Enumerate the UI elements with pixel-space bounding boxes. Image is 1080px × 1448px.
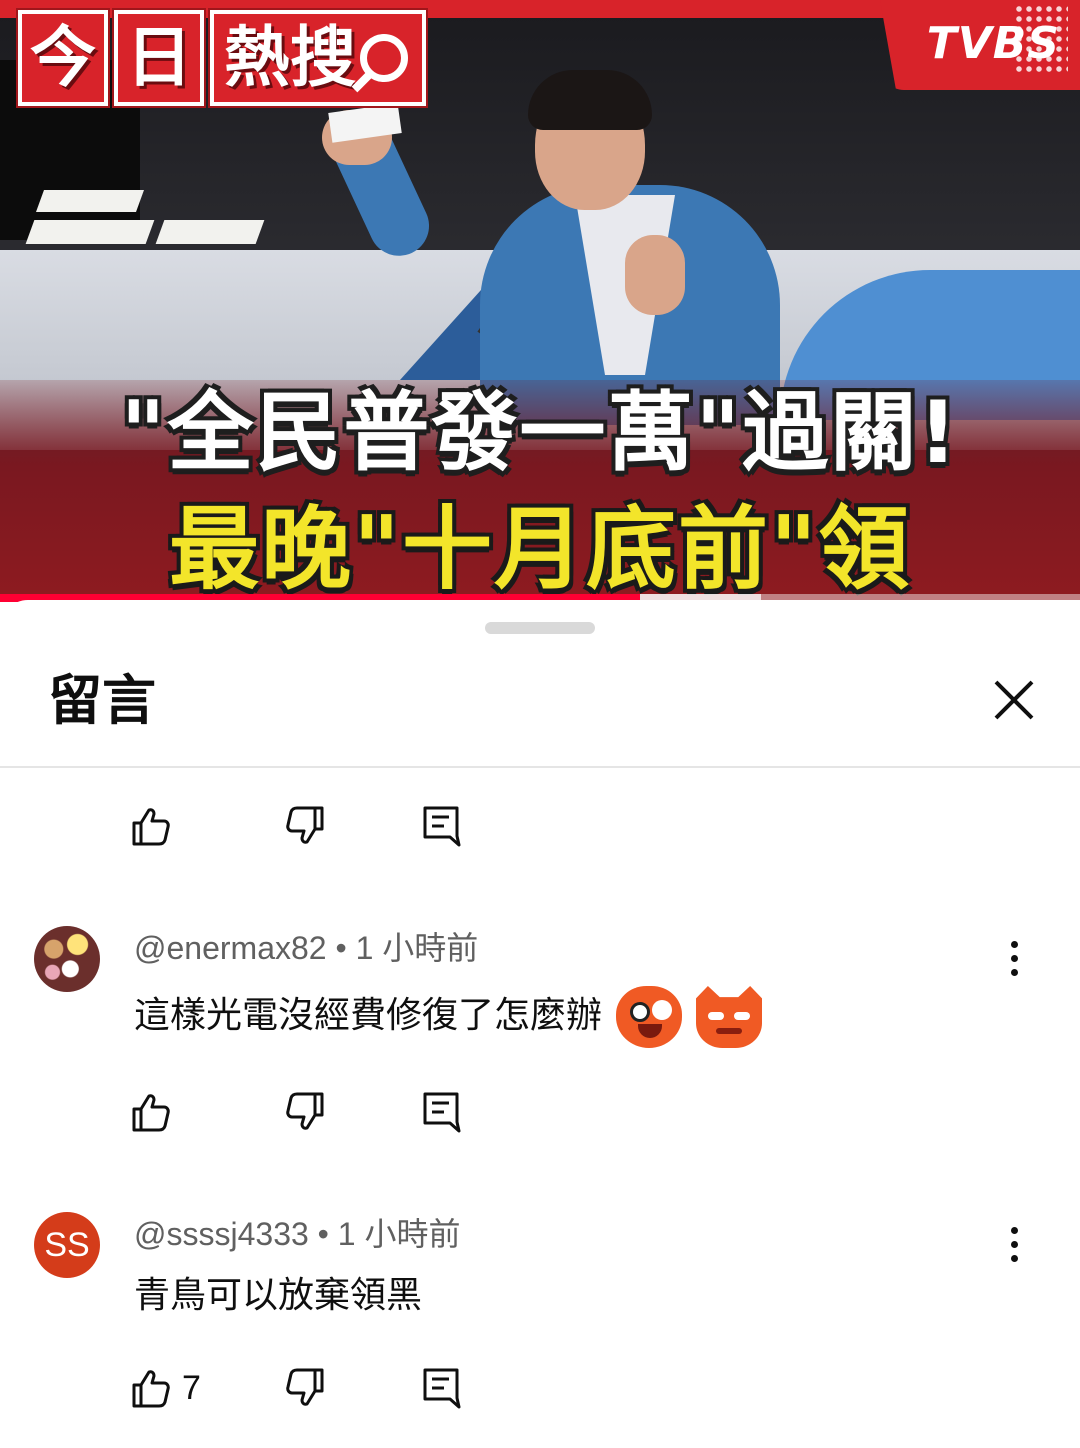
badge-char-group: 熱搜 xyxy=(208,8,428,108)
reply-button[interactable] xyxy=(422,1358,482,1418)
comment-actions: 7 xyxy=(128,1358,482,1418)
avatar[interactable] xyxy=(34,926,100,992)
thumbs-down-icon xyxy=(286,1092,324,1130)
comments-sheet: 留言 @enermax82 • 1 小時前 這樣光電沒經費修復了怎麼辦 SS @… xyxy=(0,600,1080,1448)
thumbs-up-icon xyxy=(132,1094,170,1132)
more-vert-icon xyxy=(1010,940,1018,948)
like-button[interactable]: 7 xyxy=(128,1358,284,1418)
magnifier-icon xyxy=(360,34,408,82)
reply-button[interactable] xyxy=(422,1082,482,1142)
dislike-button[interactable] xyxy=(284,1358,422,1418)
comment-text: 青鳥可以放棄領黑 xyxy=(134,1275,423,1316)
video-scene-papers xyxy=(25,180,265,250)
trending-badge: 今 日 熱搜 xyxy=(16,8,428,108)
comment-meta: @ssssj4333 • 1 小時前 xyxy=(134,1214,460,1254)
video-player[interactable]: TVBS 今 日 熱搜 "全民普發一萬"過關! 最晚"十月底前"領 xyxy=(0,0,1080,600)
meta-separator: • xyxy=(335,930,347,966)
reply-comment-icon xyxy=(423,806,461,847)
avatar[interactable]: SS xyxy=(34,1212,100,1278)
annoyed-cat-emoji xyxy=(696,986,763,1048)
thumbs-up-icon xyxy=(132,1370,170,1408)
close-button[interactable] xyxy=(984,670,1044,730)
channel-logo: TVBS xyxy=(926,18,1060,69)
like-button[interactable] xyxy=(128,1082,284,1142)
badge-char: 熱搜 xyxy=(224,19,356,96)
video-scene-person-hair xyxy=(528,70,652,130)
meta-separator: • xyxy=(317,1216,329,1252)
badge-char: 今 xyxy=(16,8,110,108)
thumbs-down-icon xyxy=(286,1368,324,1406)
video-scene-person-hand xyxy=(625,235,685,315)
comment-more-button[interactable] xyxy=(996,928,1032,988)
more-vert-icon xyxy=(1010,1226,1018,1234)
sheet-drag-handle[interactable] xyxy=(485,622,595,634)
comment-more-button[interactable] xyxy=(996,1214,1032,1274)
dislike-button[interactable] xyxy=(284,1082,422,1142)
reply-comment-icon xyxy=(423,1368,461,1409)
surprised-face-emoji xyxy=(616,986,683,1048)
dislike-button[interactable] xyxy=(284,796,422,856)
sheet-header-divider xyxy=(0,766,1080,768)
comment-time: 1 小時前 xyxy=(355,930,479,966)
like-button[interactable] xyxy=(128,796,284,856)
reply-comment-icon xyxy=(423,1092,461,1133)
video-headline-line1: "全民普發一萬"過關! xyxy=(120,383,960,483)
reply-button[interactable] xyxy=(422,796,482,856)
comment-text: 這樣光電沒經費修復了怎麼辦 xyxy=(134,995,603,1036)
comment-time: 1 小時前 xyxy=(337,1216,461,1252)
badge-char: 日 xyxy=(112,8,206,108)
comment-actions xyxy=(128,796,482,856)
video-headline-line2: 最晚"十月底前"領 xyxy=(169,497,911,600)
comment-actions xyxy=(128,1082,482,1142)
thumbs-up-icon xyxy=(132,808,170,846)
comment-meta: @enermax82 • 1 小時前 xyxy=(134,928,478,968)
thumbs-down-icon xyxy=(286,806,324,844)
close-icon xyxy=(994,680,1034,720)
comment-author[interactable]: @ssssj4333 xyxy=(134,1216,309,1252)
comment-text-row: 這樣光電沒經費修復了怎麼辦 xyxy=(134,986,763,1048)
sheet-title: 留言 xyxy=(48,669,156,732)
comment-author[interactable]: @enermax82 xyxy=(134,930,327,966)
like-count: 7 xyxy=(182,1368,201,1407)
